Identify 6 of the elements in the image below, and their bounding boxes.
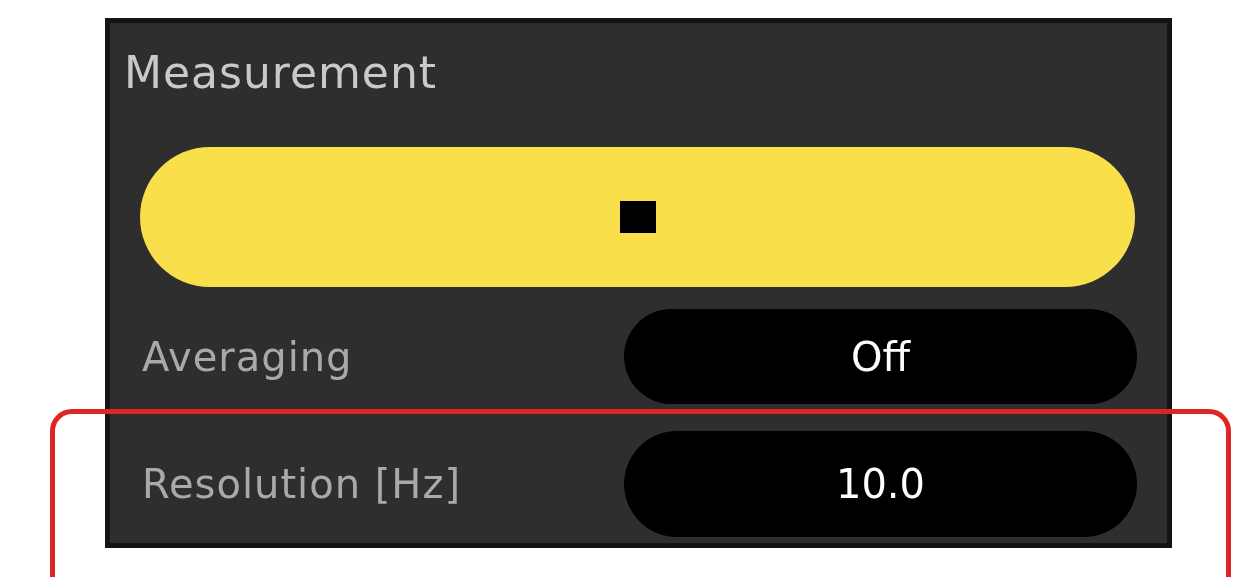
stop-icon [619,201,656,233]
panel-title: Measurement [123,46,439,100]
value-field[interactable]: Off [624,309,1137,404]
setting-label: Averaging [141,332,353,382]
setting-label: Resolution [Hz] [141,460,461,509]
value-field[interactable]: 10.0 [624,431,1137,537]
